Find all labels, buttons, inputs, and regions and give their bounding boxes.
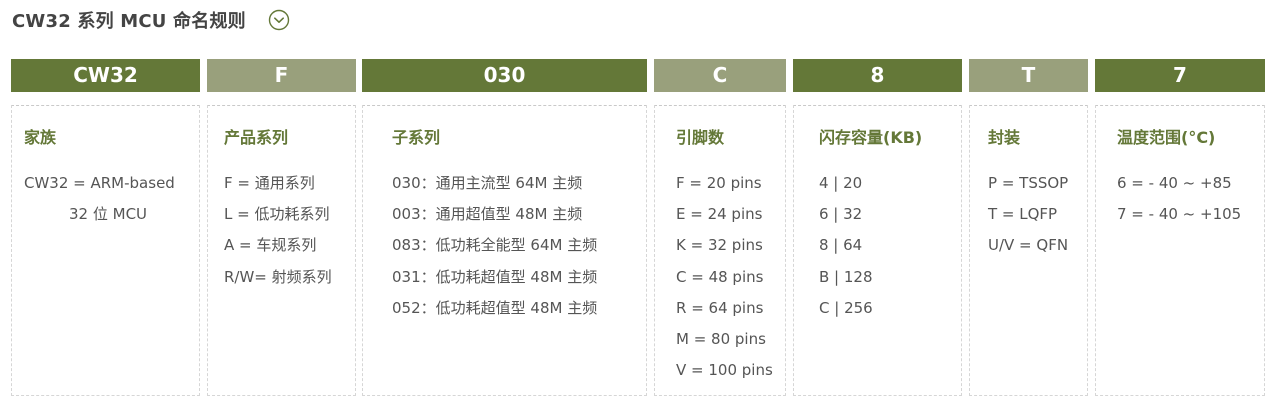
code-bar-sub-series: 030	[362, 59, 647, 92]
list-item: 6 = - 40 ~ +85	[1117, 174, 1232, 192]
column-label: 家族	[24, 128, 57, 147]
list-item: 003：通用超值型 48M 主频	[392, 205, 583, 224]
option-list: F = 20 pins E = 24 pins K = 32 pins C = …	[676, 168, 773, 386]
list-item: 32 位 MCU	[69, 205, 148, 224]
option-list: 6 = - 40 ~ +85 7 = - 40 ~ +105	[1117, 168, 1241, 230]
list-item: 7 = - 40 ~ +105	[1117, 205, 1242, 224]
option-list: CW32 = ARM-based 32 位 MCU	[24, 168, 175, 230]
list-item: C = 48 pins	[676, 267, 764, 286]
list-item: A = 车规系列	[224, 236, 317, 255]
column-temperature-range: 7 温度范围(°C) 6 = - 40 ~ +85 7 = - 40 ~ +10…	[1095, 59, 1265, 396]
column-label: 产品系列	[224, 128, 289, 147]
list-item: F = 通用系列	[224, 174, 315, 192]
option-list: P = TSSOP T = LQFP U/V = QFN	[988, 168, 1068, 262]
list-item: CW32 = ARM-based	[24, 174, 175, 192]
code-bar-temperature-range: 7	[1095, 59, 1265, 92]
column-label: 引脚数	[676, 128, 725, 147]
column-label: 子系列	[392, 128, 441, 147]
list-item: R/W= 射频系列	[224, 267, 332, 286]
code-bar-pin-count: C	[654, 59, 786, 92]
column-package: T 封装 P = TSSOP T = LQFP U/V = QFN	[969, 59, 1088, 396]
list-item: C | 256	[819, 298, 873, 317]
list-item: U/V = QFN	[988, 236, 1069, 255]
code-bar-family: CW32	[11, 59, 200, 92]
list-item: R = 64 pins	[676, 298, 764, 317]
list-item: K = 32 pins	[676, 236, 763, 255]
list-item: 083：低功耗全能型 64M 主频	[392, 236, 598, 255]
chevron-down-circle-icon[interactable]	[268, 9, 290, 31]
page-title: CW32 系列 MCU 命名规则	[12, 11, 246, 32]
option-list: F = 通用系列 L = 低功耗系列 A = 车规系列 R/W= 射频系列	[224, 168, 332, 293]
list-item: 6 | 32	[819, 205, 863, 224]
code-bar-product-series: F	[207, 59, 356, 92]
list-item: 031：低功耗超值型 48M 主频	[392, 267, 598, 286]
option-list: 4 | 20 6 | 32 8 | 64 B | 128 C | 256	[819, 168, 873, 324]
list-item: L = 低功耗系列	[224, 205, 330, 224]
code-bar-flash-capacity: 8	[793, 59, 962, 92]
code-bar-package: T	[969, 59, 1088, 92]
list-item: B | 128	[819, 267, 873, 286]
list-item: M = 80 pins	[676, 329, 766, 348]
column-label: 封装	[988, 128, 1021, 147]
list-item: 8 | 64	[819, 236, 863, 255]
list-item: V = 100 pins	[676, 361, 773, 380]
column-product-series: F 产品系列 F = 通用系列 L = 低功耗系列 A = 车规系列 R/W= …	[207, 59, 356, 396]
column-box	[1095, 105, 1265, 396]
column-flash-capacity: 8 闪存容量(KB) 4 | 20 6 | 32 8 | 64 B | 128 …	[793, 59, 962, 396]
list-item: F = 20 pins	[676, 174, 762, 192]
list-item: E = 24 pins	[676, 205, 763, 224]
list-item: 052：低功耗超值型 48M 主频	[392, 298, 598, 317]
list-item: T = LQFP	[988, 205, 1058, 224]
list-item: 030：通用主流型 64M 主频	[392, 174, 583, 192]
column-label: 温度范围(°C)	[1117, 128, 1216, 147]
section-heading: CW32 系列 MCU 命名规则	[12, 6, 290, 34]
column-box	[11, 105, 200, 396]
option-list: 030：通用主流型 64M 主频 003：通用超值型 48M 主频 083：低功…	[392, 168, 597, 324]
column-pin-count: C 引脚数 F = 20 pins E = 24 pins K = 32 pin…	[654, 59, 786, 396]
list-item: P = TSSOP	[988, 174, 1069, 192]
column-family: CW32 家族 CW32 = ARM-based 32 位 MCU	[11, 59, 200, 396]
column-sub-series: 030 子系列 030：通用主流型 64M 主频 003：通用超值型 48M 主…	[362, 59, 647, 396]
list-item: 4 | 20	[819, 174, 863, 192]
column-label: 闪存容量(KB)	[819, 128, 923, 147]
